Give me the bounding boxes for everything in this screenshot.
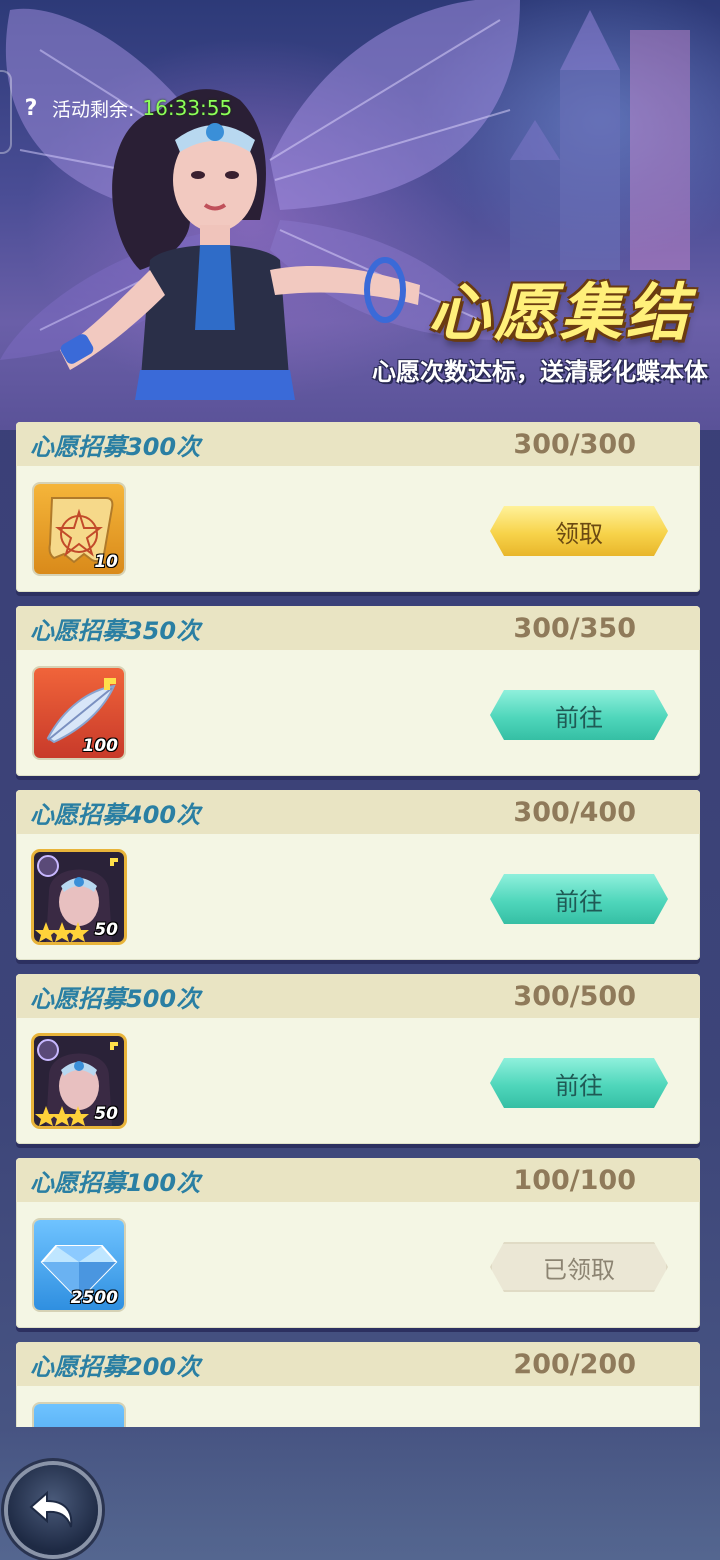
back-button[interactable] xyxy=(8,1465,98,1555)
reward-item[interactable]: 100 xyxy=(34,668,124,758)
reward-item[interactable] xyxy=(34,1404,124,1427)
reward-quantity: 50 xyxy=(94,1104,118,1124)
castle-illustration xyxy=(510,10,690,270)
task-name: 心愿招募500次 xyxy=(30,984,201,1013)
task-card: 心愿招募200次 200/200 xyxy=(16,1342,700,1427)
claimed-button: 已领取 xyxy=(490,1242,668,1292)
bottom-background xyxy=(0,1430,720,1560)
task-card: 心愿招募100次 100/100 2500 已领取 xyxy=(16,1158,700,1328)
side-tab-edge xyxy=(0,70,12,154)
reward-item[interactable]: 2500 xyxy=(34,1220,124,1310)
event-timer: ? 活动剩余: 16:33:55 xyxy=(18,92,233,124)
reward-quantity: 50 xyxy=(94,920,118,940)
goto-button[interactable]: 前往 xyxy=(490,690,668,740)
task-name: 心愿招募300次 xyxy=(30,432,201,461)
diamond-icon xyxy=(34,1404,124,1427)
task-name: 心愿招募100次 xyxy=(30,1168,201,1197)
task-header: 心愿招募500次 300/500 xyxy=(16,974,700,1018)
task-name: 心愿招募400次 xyxy=(30,800,201,829)
task-name: 心愿招募200次 xyxy=(30,1352,201,1381)
timer-label: 活动剩余: xyxy=(52,98,135,121)
reward-quantity: 10 xyxy=(94,552,118,572)
task-progress: 300/300 xyxy=(513,428,636,460)
reward-item[interactable]: 50 xyxy=(34,1036,124,1126)
reward-item[interactable]: 50 xyxy=(34,852,124,942)
task-header: 心愿招募400次 300/400 xyxy=(16,790,700,834)
reward-quantity: 100 xyxy=(82,736,119,756)
task-card: 心愿招募350次 300/350 100 前往 xyxy=(16,606,700,776)
reward-quantity: 2500 xyxy=(70,1288,118,1308)
task-card: 心愿招募400次 300/400 50 前往 xyxy=(16,790,700,960)
task-name: 心愿招募350次 xyxy=(30,616,201,645)
task-progress: 300/500 xyxy=(513,980,636,1012)
task-header: 心愿招募300次 300/300 xyxy=(16,422,700,466)
event-banner: ? 活动剩余: 16:33:55 心愿集结 心愿次数达标，送清影化蝶本体 xyxy=(0,0,720,430)
task-header: 心愿招募100次 100/100 xyxy=(16,1158,700,1202)
task-progress: 100/100 xyxy=(513,1164,636,1196)
task-progress: 300/350 xyxy=(513,612,636,644)
goto-button[interactable]: 前往 xyxy=(490,1058,668,1108)
task-header: 心愿招募350次 300/350 xyxy=(16,606,700,650)
question-icon[interactable]: ? xyxy=(18,95,44,121)
task-card: 心愿招募500次 300/500 50 前往 xyxy=(16,974,700,1144)
timer-value: 16:33:55 xyxy=(142,96,233,120)
back-arrow-icon xyxy=(29,1490,73,1528)
task-progress: 200/200 xyxy=(513,1348,636,1380)
task-progress: 300/400 xyxy=(513,796,636,828)
task-header: 心愿招募200次 200/200 xyxy=(16,1342,700,1386)
event-title: 心愿集结 xyxy=(427,276,692,349)
reward-item[interactable]: 10 xyxy=(34,484,124,574)
task-card: 心愿招募300次 300/300 10 领取 xyxy=(16,422,700,592)
event-subtitle: 心愿次数达标，送清影化蝶本体 xyxy=(372,358,708,386)
goto-button[interactable]: 前往 xyxy=(490,874,668,924)
claim-button[interactable]: 领取 xyxy=(490,506,668,556)
task-list[interactable]: 心愿招募300次 300/300 10 领取 心愿招募350次 300/350 … xyxy=(16,422,704,1427)
